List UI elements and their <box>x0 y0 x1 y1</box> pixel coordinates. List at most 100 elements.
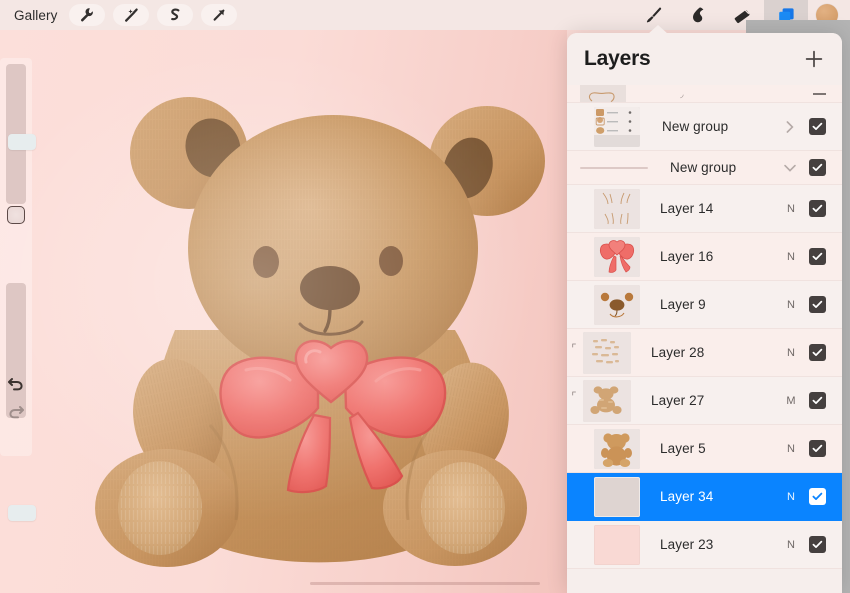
canvas-highlight <box>0 30 567 593</box>
check-icon <box>812 492 823 500</box>
toolbar-left-group: Gallery <box>0 0 245 30</box>
adjustments-wand-button[interactable] <box>113 4 150 26</box>
blend-mode-label[interactable]: N <box>779 251 803 263</box>
layer-name: Layer 34 <box>660 489 714 504</box>
selection-button[interactable] <box>157 4 194 26</box>
top-toolbar: Gallery <box>0 0 850 30</box>
paintbrush-icon <box>646 7 662 23</box>
clip-mask-indicator: ⌜ <box>571 391 577 403</box>
blend-mode-label[interactable]: N <box>779 203 803 215</box>
visibility-checkbox[interactable] <box>809 440 826 457</box>
undo-icon <box>8 378 23 391</box>
blend-mode-label[interactable]: M <box>779 395 803 407</box>
brush-size-slider[interactable] <box>6 64 36 204</box>
transform-button[interactable] <box>201 4 238 26</box>
partial-row-dash <box>813 93 826 95</box>
visibility-checkbox[interactable] <box>809 296 826 313</box>
transform-arrow-icon <box>214 9 225 21</box>
visibility-checkbox[interactable] <box>809 488 826 505</box>
actions-wrench-button[interactable] <box>69 4 106 26</box>
check-icon <box>812 396 823 404</box>
layers-panel: Layers ◞ New group New group Layer 14 N … <box>567 33 842 593</box>
layer-name: Layer 14 <box>660 201 714 216</box>
visibility-checkbox[interactable] <box>809 118 826 135</box>
layer-name: Layer 28 <box>651 345 705 360</box>
gallery-button[interactable]: Gallery <box>0 8 69 23</box>
check-icon <box>812 444 823 452</box>
layer-thumbnail <box>583 331 631 374</box>
clip-mask-indicator: ⌜ <box>571 343 577 355</box>
selection-s-icon <box>171 8 180 21</box>
visibility-checkbox[interactable] <box>809 536 826 553</box>
check-icon <box>812 300 823 308</box>
bear-silhouette-thumb <box>594 428 640 469</box>
layers-panel-header: Layers <box>567 33 842 85</box>
redo-button[interactable] <box>0 398 32 424</box>
partial-row-marker: ◞ <box>680 89 684 99</box>
add-layer-button[interactable] <box>802 47 826 71</box>
layer-row-layer-5[interactable]: Layer 5 N <box>567 425 842 473</box>
plus-icon <box>805 50 823 68</box>
blend-mode-label[interactable]: N <box>779 491 803 503</box>
visibility-checkbox[interactable] <box>809 248 826 265</box>
wrench-icon <box>81 8 94 22</box>
layer-name: Layer 27 <box>651 393 705 408</box>
layer-row-partial[interactable]: ◞ <box>567 85 842 103</box>
brush-opacity-thumb[interactable] <box>8 505 36 521</box>
layer-list[interactable]: ◞ New group New group Layer 14 N Layer 1… <box>567 85 842 593</box>
home-indicator <box>310 582 540 585</box>
sketch-lines-thumb <box>594 188 640 229</box>
layer-row-group-2[interactable]: New group <box>567 151 842 185</box>
blend-mode-label[interactable]: N <box>779 443 803 455</box>
layer-thumbnail <box>594 428 640 469</box>
check-icon <box>812 252 823 260</box>
layer-row-layer-28[interactable]: ⌜ Layer 28 N <box>567 329 842 377</box>
undo-button[interactable] <box>0 370 32 396</box>
group-expand-toggle[interactable] <box>777 119 803 135</box>
visibility-checkbox[interactable] <box>809 392 826 409</box>
layer-name: New group <box>670 160 737 175</box>
clip-indicator <box>567 206 581 212</box>
layer-row-layer-34[interactable]: Layer 34 N <box>567 473 842 521</box>
clip-indicator <box>567 302 581 308</box>
clip-indicator <box>567 254 581 260</box>
layer-row-layer-23[interactable]: Layer 23 N <box>567 521 842 569</box>
blend-mode-label[interactable]: N <box>779 299 803 311</box>
check-icon <box>812 163 823 171</box>
layer-row-layer-27[interactable]: ⌜ Layer 27 M <box>567 377 842 425</box>
outline-shape-thumb <box>588 92 615 102</box>
pink-bow-thumb <box>594 236 640 277</box>
redo-icon <box>9 406 24 419</box>
layer-thumbnail <box>580 85 626 102</box>
brush-size-thumb[interactable] <box>8 134 36 150</box>
chevron-right-icon <box>786 120 794 133</box>
blend-mode-label[interactable]: N <box>779 347 803 359</box>
layer-row-group-1[interactable]: New group <box>567 103 842 151</box>
layer-thumbnail <box>583 379 631 422</box>
brush-sidebar <box>0 58 36 521</box>
modify-square-button[interactable] <box>7 206 25 224</box>
layer-thumbnail <box>594 106 640 147</box>
layer-thumbnail <box>594 188 640 229</box>
layer-row-layer-14[interactable]: Layer 14 N <box>567 185 842 233</box>
check-icon <box>812 348 823 356</box>
visibility-checkbox[interactable] <box>809 344 826 361</box>
mini-layer-list-thumb <box>594 106 640 147</box>
layer-name: Layer 5 <box>660 441 706 456</box>
fur-texture-light-thumb <box>583 331 631 374</box>
clip-indicator <box>567 124 581 130</box>
smudge-button[interactable] <box>676 0 720 30</box>
blend-mode-label[interactable]: N <box>779 539 803 551</box>
layer-name: Layer 9 <box>660 297 706 312</box>
check-icon <box>812 204 823 212</box>
visibility-checkbox[interactable] <box>809 200 826 217</box>
chevron-down-icon <box>784 164 796 172</box>
bear-face-thumb <box>594 284 640 325</box>
clip-indicator <box>567 446 581 452</box>
visibility-checkbox[interactable] <box>809 159 826 176</box>
layer-row-layer-9[interactable]: Layer 9 N <box>567 281 842 329</box>
bear-body-texture-thumb <box>583 379 631 422</box>
group-collapse-toggle[interactable] <box>777 161 803 175</box>
layer-row-layer-16[interactable]: Layer 16 N <box>567 233 842 281</box>
group-divider-line <box>580 166 648 169</box>
